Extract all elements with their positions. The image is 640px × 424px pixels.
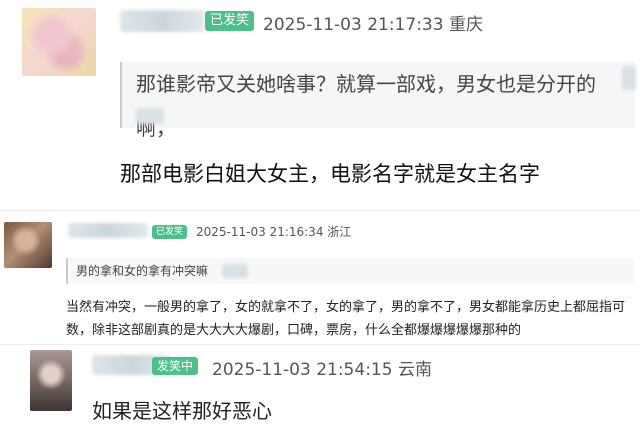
- commenter-avatar[interactable]: [30, 350, 72, 411]
- comment-location: 重庆: [448, 15, 483, 35]
- commenter-avatar[interactable]: [22, 8, 96, 76]
- status-badge: 已发笑: [152, 225, 188, 239]
- quoted-comment-text: 那谁影帝又关她啥事？就算一部戏，男女也是分开的啊，: [136, 72, 596, 140]
- comment-location: 浙江: [327, 225, 352, 239]
- commenter-name-blurred[interactable]: [120, 10, 204, 32]
- quoted-comment: 男的拿和女的拿有冲突嘛: [66, 258, 634, 284]
- status-badge: 已发笑: [205, 11, 255, 31]
- comment-location: 云南: [397, 360, 432, 380]
- commenter-avatar[interactable]: [4, 222, 52, 268]
- comment-timestamp: 2025-11-03 21:16:34: [196, 225, 324, 239]
- reply-text: 如果是这样那好恶心: [92, 399, 272, 423]
- blurred-name-fragment: [136, 108, 164, 124]
- comment-divider: [0, 344, 640, 345]
- blurred-name-fragment: [622, 66, 636, 90]
- comment-meta: 2025-11-03 21:17:33 重庆: [263, 10, 483, 35]
- comment-timestamp: 2025-11-03 21:54:15: [212, 360, 393, 380]
- comment-meta: 2025-11-03 21:54:15 云南: [212, 355, 432, 380]
- reply-text: 当然有冲突，一般男的拿了，女的就拿不了，女的拿了，男的拿不了，男女都能拿历史上都…: [66, 300, 626, 338]
- comment-divider: [0, 210, 640, 211]
- quoted-comment: 那谁影帝又关她啥事？就算一部戏，男女也是分开的啊，: [120, 62, 635, 140]
- quoted-comment-text: 男的拿和女的拿有冲突嘛: [76, 264, 209, 278]
- blurred-name-fragment: [222, 264, 248, 278]
- comment-meta: 2025-11-03 21:16:34 浙江: [196, 223, 351, 240]
- commenter-name-blurred[interactable]: [68, 223, 148, 238]
- status-badge: 发笑中: [152, 357, 199, 375]
- comment-timestamp: 2025-11-03 21:17:33: [263, 15, 444, 35]
- reply-text: 那部电影白姐大女主，电影名字就是女主名字: [120, 162, 540, 186]
